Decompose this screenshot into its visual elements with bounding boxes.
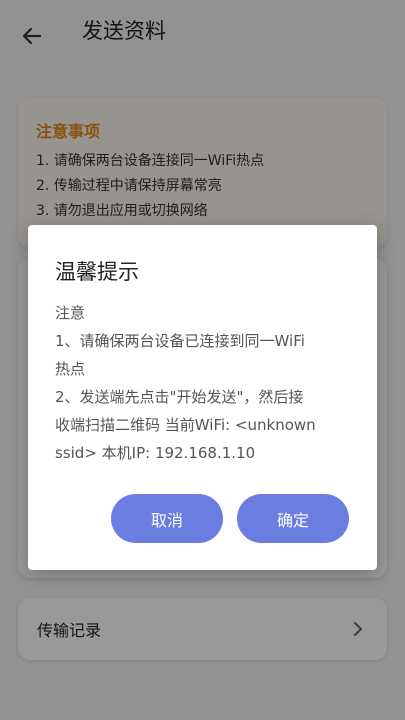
dialog-line: 1、请确保两台设备已连接到同一WiFi: [55, 332, 305, 350]
dialog-title: 温馨提示: [55, 260, 139, 284]
dialog-line: ssid> 本机IP: 192.168.1.10: [55, 444, 256, 462]
cancel-button[interactable]: 取消: [111, 494, 223, 543]
tip-dialog: 温馨提示 注意 1、请确保两台设备已连接到同一WiFi 热点 2、发送端先点击"…: [28, 225, 377, 570]
dialog-line: 2、发送端先点击"开始发送"，然后接: [55, 388, 304, 406]
dialog-line: 注意: [55, 304, 86, 322]
dialog-message: 注意 1、请确保两台设备已连接到同一WiFi 热点 2、发送端先点击"开始发送"…: [55, 299, 355, 467]
confirm-button[interactable]: 确定: [237, 494, 349, 543]
dialog-line: 收端扫描二维码 当前WiFi: <unknown: [55, 416, 316, 434]
dialog-line: 热点: [55, 360, 86, 378]
